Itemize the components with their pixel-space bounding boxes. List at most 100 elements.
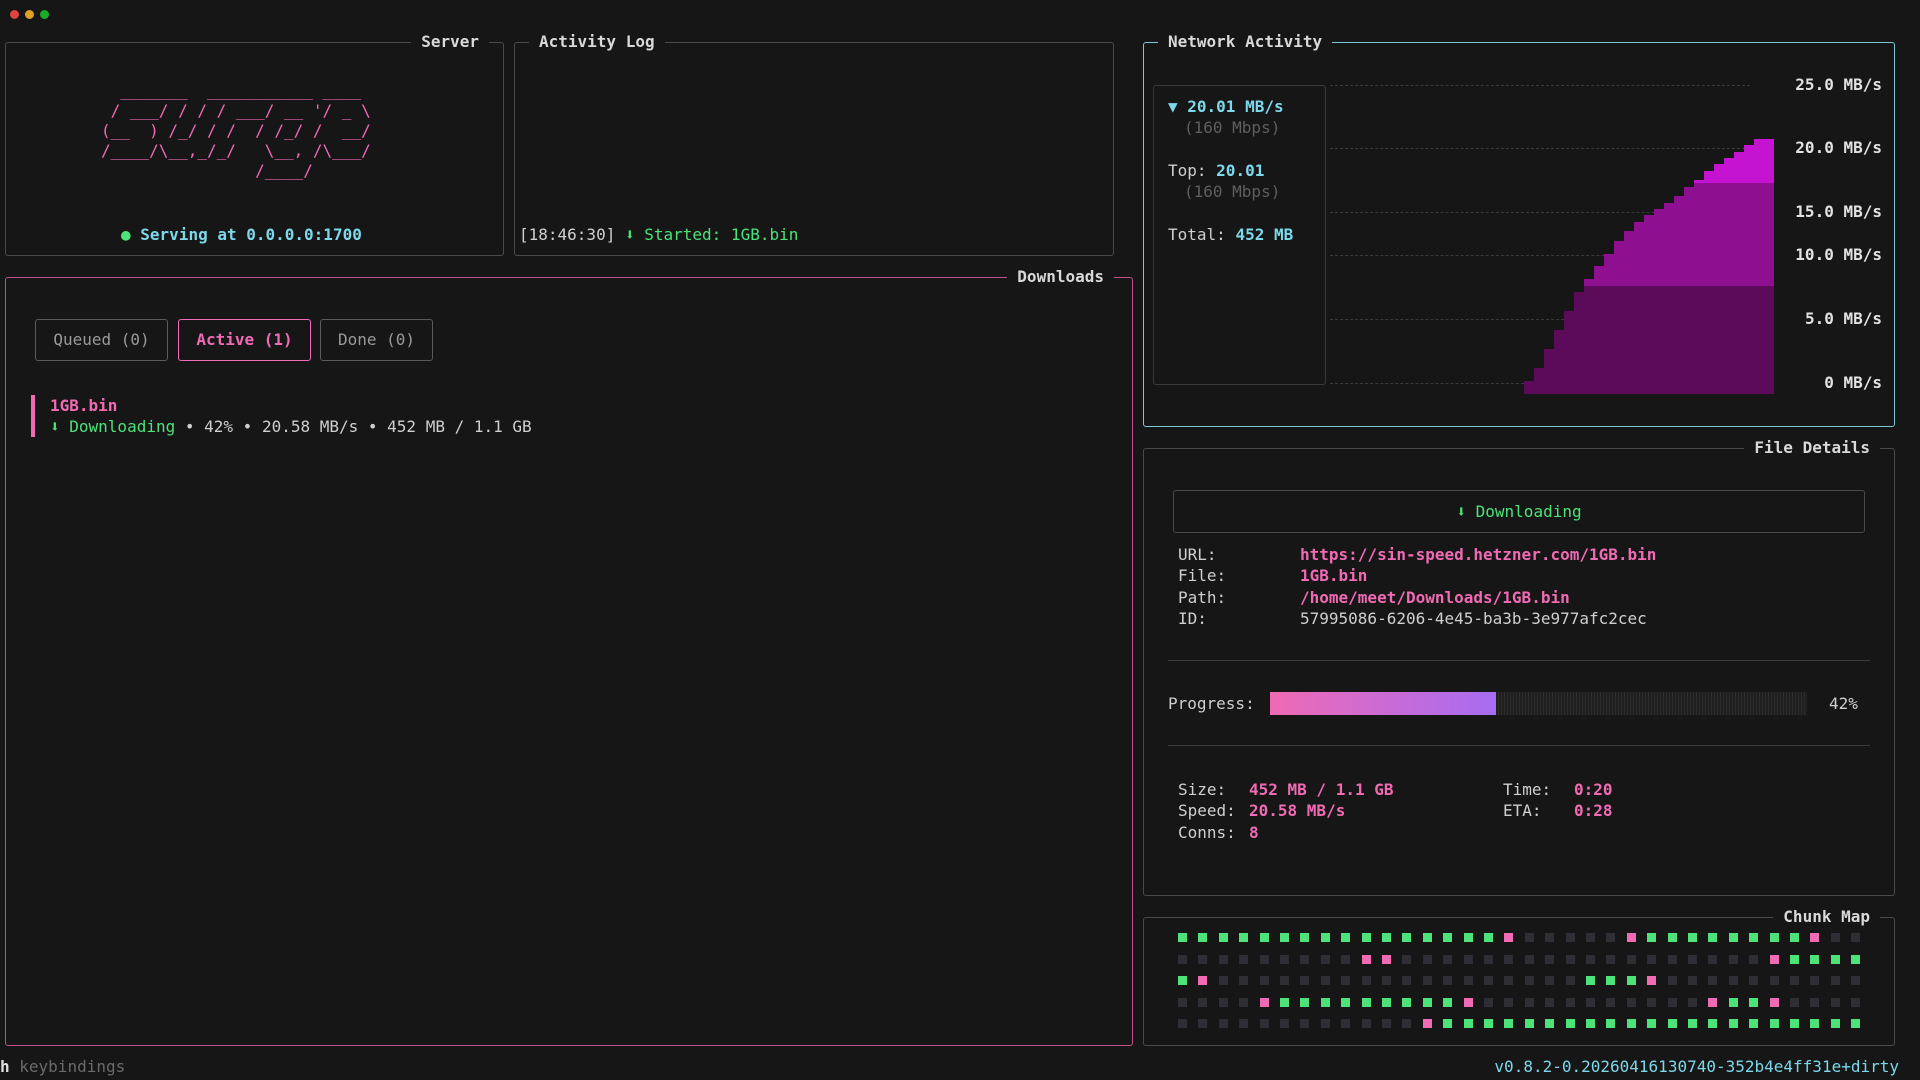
chart-bar-segment bbox=[1574, 291, 1584, 394]
file-details-title: File Details bbox=[1744, 438, 1880, 458]
file-value: 1GB.bin bbox=[1300, 566, 1368, 585]
chunk-cell bbox=[1667, 954, 1677, 964]
chunk-cell bbox=[1484, 997, 1493, 1007]
chunk-cell bbox=[1484, 933, 1493, 942]
chart-gridline bbox=[1330, 85, 1750, 86]
chunk-cell bbox=[1198, 1019, 1208, 1028]
chunk-cell bbox=[1198, 997, 1208, 1007]
chunk-cell bbox=[1320, 954, 1330, 964]
url-value[interactable]: https://sin-speed.hetzner.com/1GB.bin bbox=[1300, 544, 1656, 565]
chunk-cell bbox=[1443, 1019, 1453, 1028]
chunk-cell bbox=[1606, 997, 1616, 1007]
chunk-cell bbox=[1504, 933, 1514, 942]
activity-log-title: Activity Log bbox=[529, 32, 665, 52]
chunk-cell bbox=[1749, 976, 1759, 985]
chunk-cell bbox=[1606, 976, 1616, 985]
chart-bar-segment bbox=[1704, 285, 1714, 394]
chunk-cell bbox=[1769, 997, 1779, 1007]
chunk-cell bbox=[1647, 997, 1657, 1007]
chart-bar-segment bbox=[1594, 266, 1604, 286]
keybindings-hint[interactable]: h keybindings bbox=[0, 1056, 125, 1077]
chunk-cell bbox=[1178, 997, 1187, 1007]
current-speed: ▼ 20.01 MB/s bbox=[1168, 97, 1284, 116]
chunk-cell bbox=[1198, 954, 1208, 964]
download-item-name: 1GB.bin bbox=[50, 396, 118, 415]
eta-label: ETA: bbox=[1503, 801, 1542, 820]
chunk-cell bbox=[1443, 976, 1453, 985]
tab-queued[interactable]: Queued (0) bbox=[35, 319, 168, 361]
chunk-cell bbox=[1586, 954, 1595, 964]
id-label: ID: bbox=[1178, 609, 1207, 628]
download-item-status: ⬇ Downloading bbox=[50, 417, 176, 436]
chunk-cell bbox=[1708, 997, 1718, 1007]
chunk-cell bbox=[1382, 933, 1391, 942]
tab-active[interactable]: Active (1) bbox=[178, 319, 311, 361]
chunk-cell bbox=[1565, 933, 1575, 942]
chunk-cell bbox=[1463, 997, 1473, 1007]
chunk-cell bbox=[1728, 933, 1738, 942]
chunk-cell bbox=[1239, 976, 1249, 985]
state-badge: ⬇ Downloading bbox=[1173, 490, 1865, 533]
chunk-cell bbox=[1341, 976, 1351, 985]
chunk-cell bbox=[1361, 1019, 1371, 1028]
chunk-cell bbox=[1851, 976, 1861, 985]
current-speed-mbps: (160 Mbps) bbox=[1184, 118, 1281, 137]
top-speed: Top: 20.01 bbox=[1168, 160, 1264, 181]
server-logo: _______ ___________ ____ / ___/ / / / __… bbox=[101, 81, 371, 180]
chunk-cell bbox=[1239, 954, 1249, 964]
total-value: 452 MB bbox=[1235, 225, 1294, 244]
chart-y-tick-label: 0 MB/s bbox=[1824, 373, 1882, 392]
chunk-cell bbox=[1667, 933, 1677, 942]
chart-bar-segment bbox=[1694, 183, 1704, 286]
chunk-cell bbox=[1524, 954, 1534, 964]
chunk-cell bbox=[1280, 976, 1289, 985]
chart-bar-segment bbox=[1714, 285, 1724, 394]
keybindings-key: h bbox=[0, 1057, 10, 1076]
chunk-cell bbox=[1586, 976, 1595, 985]
chart-y-tick-label: 25.0 MB/s bbox=[1795, 75, 1882, 94]
chunk-cell bbox=[1647, 1019, 1657, 1028]
server-panel-title: Server bbox=[411, 32, 489, 52]
chunk-cell bbox=[1402, 1019, 1412, 1028]
chunk-cell bbox=[1361, 997, 1371, 1007]
chart-bar-segment bbox=[1644, 215, 1654, 286]
chunk-cell bbox=[1688, 954, 1697, 964]
chunk-cell bbox=[1749, 933, 1759, 942]
chunk-cell bbox=[1586, 933, 1595, 942]
chart-bar-segment bbox=[1724, 157, 1734, 184]
chart-bar-segment bbox=[1744, 183, 1754, 286]
total-downloaded: Total: 452 MB bbox=[1168, 224, 1293, 245]
time-label: Time: bbox=[1503, 780, 1552, 799]
chunk-cell bbox=[1728, 954, 1738, 964]
speed-value: 20.58 MB/s bbox=[1249, 801, 1346, 820]
chunk-cell bbox=[1320, 976, 1330, 985]
chart-bar-segment bbox=[1754, 183, 1764, 286]
log-entry: [18:46:30] ⬇ Started: 1GB.bin bbox=[519, 224, 798, 245]
chart-bar-segment bbox=[1654, 208, 1664, 286]
chunk-cell bbox=[1280, 1019, 1289, 1028]
maximize-window-dot[interactable] bbox=[40, 10, 49, 19]
chunk-cell bbox=[1851, 933, 1861, 942]
close-window-dot[interactable] bbox=[10, 10, 19, 19]
conns-label: Conns: bbox=[1178, 823, 1236, 842]
chunk-cell bbox=[1810, 976, 1820, 985]
chunk-cell bbox=[1402, 997, 1412, 1007]
minimize-window-dot[interactable] bbox=[25, 10, 34, 19]
download-item[interactable]: 1GB.bin ⬇ Downloading • 42% • 20.58 MB/s… bbox=[31, 395, 831, 437]
chart-bar-segment bbox=[1524, 381, 1534, 394]
path-label: Path: bbox=[1178, 588, 1227, 607]
chunk-cell bbox=[1769, 976, 1779, 985]
progress-bar bbox=[1270, 692, 1807, 715]
chunk-cell bbox=[1626, 976, 1636, 985]
chart-bar-segment bbox=[1594, 285, 1604, 394]
chunk-cell bbox=[1402, 954, 1412, 964]
chart-bar-segment bbox=[1614, 240, 1624, 286]
chunk-cell bbox=[1688, 976, 1697, 985]
conns-value: 8 bbox=[1249, 823, 1259, 842]
server-status-text: Serving at 0.0.0.0:1700 bbox=[140, 225, 362, 244]
chunk-cell bbox=[1851, 997, 1861, 1007]
chunk-cell bbox=[1708, 954, 1718, 964]
keybindings-label: keybindings bbox=[9, 1057, 126, 1076]
tab-done[interactable]: Done (0) bbox=[320, 319, 433, 361]
chunk-cell bbox=[1504, 997, 1514, 1007]
